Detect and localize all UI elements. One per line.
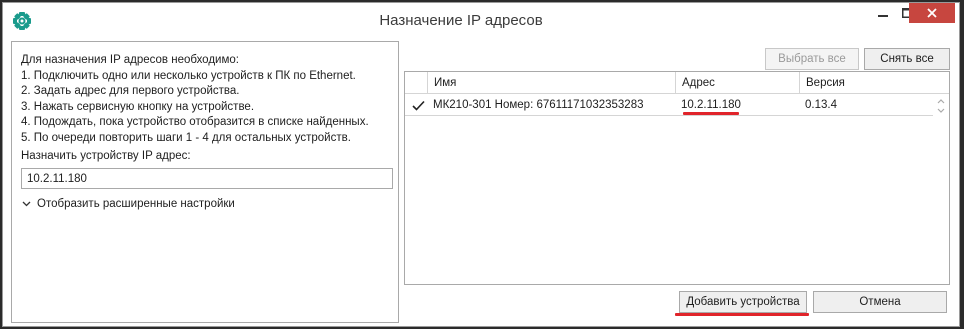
checkmark-icon (411, 100, 425, 111)
select-all-button[interactable]: Выбрать все (765, 48, 859, 70)
scroll-down-icon[interactable] (933, 106, 949, 116)
cancel-button[interactable]: Отмена (813, 291, 947, 313)
row-checkbox[interactable] (411, 98, 425, 112)
device-version-cell: 0.13.4 (805, 99, 837, 111)
table-header: Имя Адрес Версия (405, 72, 949, 94)
column-header-name[interactable]: Имя (427, 72, 673, 94)
scroll-up-icon[interactable] (933, 96, 949, 106)
add-button-highlight-underline (675, 313, 809, 316)
minimize-icon (878, 15, 888, 17)
add-devices-button[interactable]: Добавить устройства (679, 291, 807, 313)
column-header-version[interactable]: Версия (799, 72, 933, 94)
chevron-down-icon (22, 201, 31, 207)
window-title: Назначение IP адресов (379, 12, 543, 29)
ip-address-input[interactable] (21, 168, 393, 189)
ip-assign-window: Назначение IP адресов Для назначения IP … (2, 2, 960, 327)
address-highlight-underline (683, 112, 739, 115)
device-name-cell: МК210-301 Номер: 67611171032353283 (433, 99, 644, 111)
assign-ip-label: Назначить устройству IP адрес: (21, 150, 191, 162)
devices-table: Имя Адрес Версия МК210-301 Номер: 676111… (404, 71, 950, 285)
column-header-address[interactable]: Адрес (675, 72, 799, 94)
instruction-line: Для назначения IP адресов необходимо: (21, 54, 239, 66)
close-icon (927, 8, 937, 18)
minimize-button[interactable] (871, 3, 895, 23)
table-row[interactable]: МК210-301 Номер: 67611171032353283 10.2.… (405, 94, 933, 116)
advanced-settings-label: Отобразить расширенные настройки (37, 198, 235, 210)
instruction-line: 2. Задать адрес для первого устройства. (21, 85, 240, 97)
advanced-settings-toggle[interactable]: Отобразить расширенные настройки (22, 198, 235, 210)
instructions-text: Для назначения IP адресов необходимо: 1.… (21, 53, 369, 146)
instruction-line: 3. Нажать сервисную кнопку на устройстве… (21, 100, 255, 113)
close-button[interactable] (909, 3, 955, 23)
title-bar: Назначение IP адресов (3, 3, 959, 39)
instruction-line: 4. Подождать, пока устройство отобразитс… (21, 116, 369, 128)
instruction-line: 5. По очереди повторить шаги 1 - 4 для о… (21, 131, 351, 144)
table-scrollbar[interactable] (933, 94, 949, 284)
instruction-line: 1. Подключить одно или несколько устройс… (21, 69, 356, 82)
deselect-all-button[interactable]: Снять все (864, 48, 950, 70)
instructions-panel: Для назначения IP адресов необходимо: 1.… (11, 41, 399, 323)
